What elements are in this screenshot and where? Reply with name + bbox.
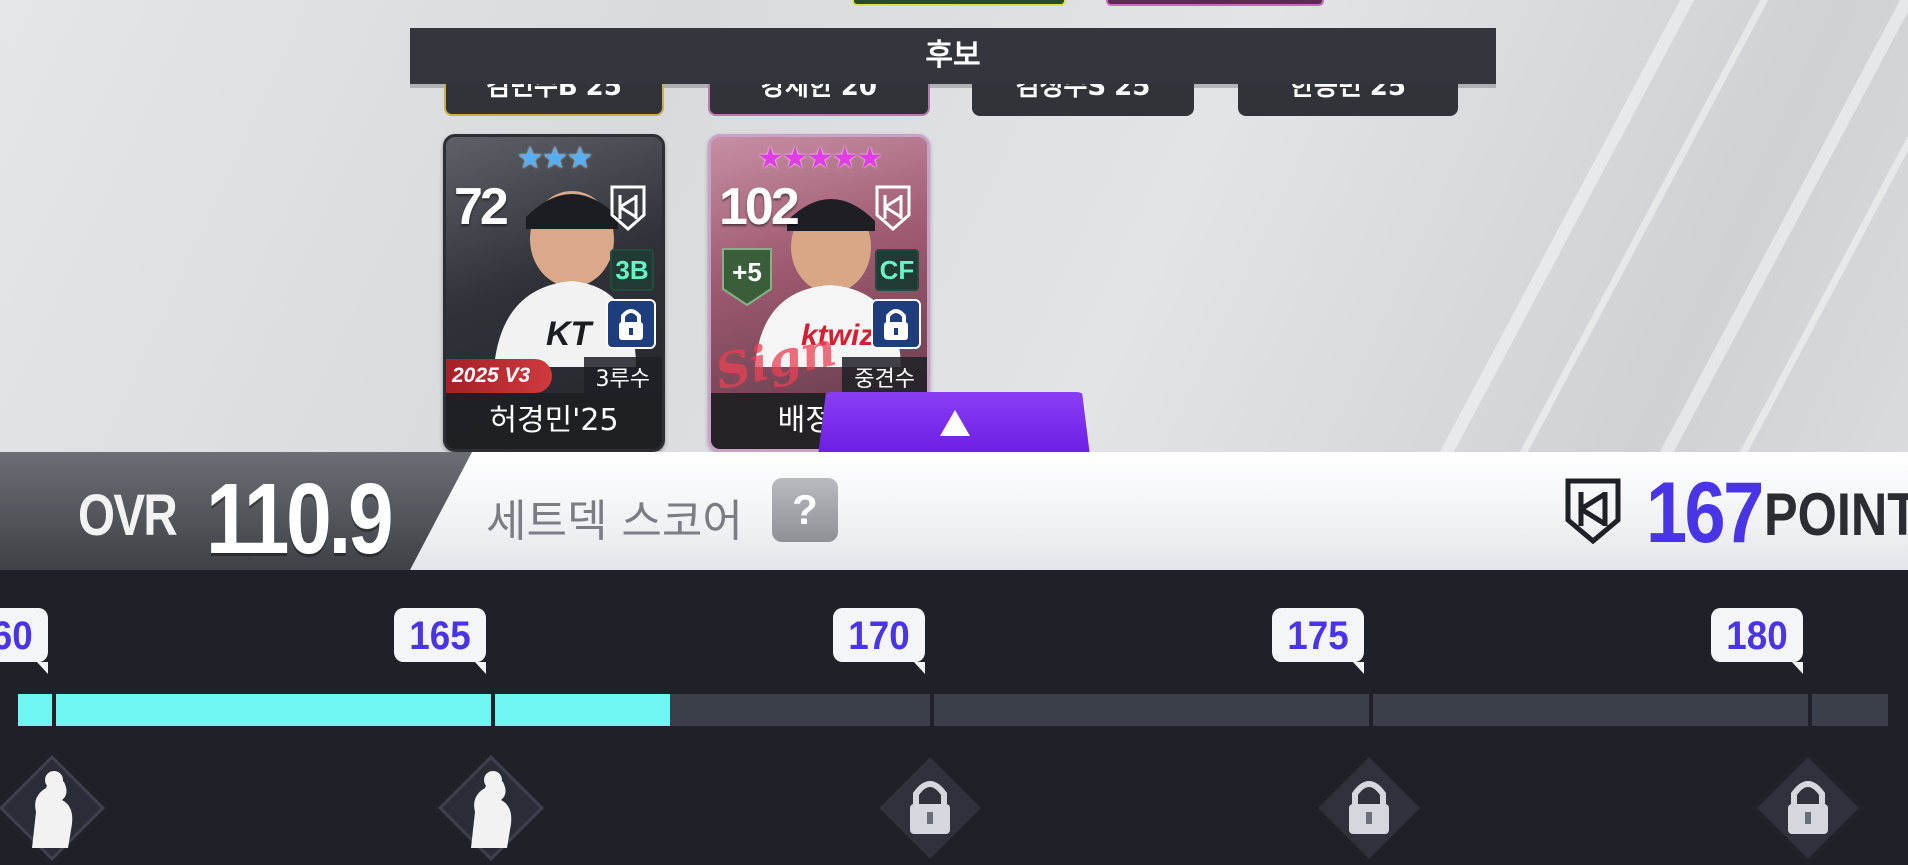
progress-bar-fill bbox=[18, 694, 670, 726]
milestone-tag: 165 bbox=[394, 608, 487, 674]
bench-section-header: 후보 bbox=[410, 28, 1496, 84]
signature-watermark: Sign bbox=[710, 320, 841, 402]
position-badge: CF bbox=[875, 249, 919, 291]
background-stripe bbox=[1659, 0, 1908, 452]
enhance-bonus-value: +5 bbox=[732, 257, 762, 287]
milestone-tag: 180 bbox=[1711, 608, 1803, 674]
player-name: 허경민'25 bbox=[446, 393, 662, 449]
progress-tick bbox=[1808, 694, 1812, 726]
milestone-tag: 160 bbox=[0, 608, 49, 674]
position-badge: 3B bbox=[610, 249, 654, 291]
milestone-tag: 175 bbox=[1272, 608, 1364, 674]
progress-tick bbox=[52, 694, 56, 726]
milestone-tag: 170 bbox=[833, 608, 925, 674]
team-logo-icon bbox=[610, 185, 646, 231]
locked-reward-icon[interactable] bbox=[1309, 748, 1429, 865]
card-ovr: 102 bbox=[719, 178, 800, 236]
expand-panel-button[interactable] bbox=[818, 392, 1090, 456]
locked-reward-icon[interactable] bbox=[870, 748, 990, 865]
ovr-value: 110.9 bbox=[206, 463, 394, 575]
point-label: POINT bbox=[1764, 481, 1908, 548]
pitcher-reward-icon[interactable] bbox=[431, 748, 551, 865]
player-card[interactable]: KT ★★★ 72 3B 2025 V3 3루수 허경민'25 bbox=[443, 134, 665, 452]
enhance-bonus-badge: +5 bbox=[721, 247, 773, 307]
team-logo-icon bbox=[1565, 478, 1621, 544]
background-stripe bbox=[1739, 0, 1908, 452]
team-logo-icon bbox=[875, 185, 911, 231]
progress-tick bbox=[1369, 694, 1373, 726]
point-value: 167 bbox=[1646, 465, 1764, 561]
season-badge: 2025 V3 bbox=[446, 359, 552, 393]
bench-card-stub[interactable]: 김민수B'25 bbox=[444, 84, 664, 116]
ovr-label: OVR bbox=[78, 483, 178, 548]
progress-tick bbox=[491, 694, 495, 726]
lock-icon[interactable] bbox=[606, 299, 656, 349]
lock-icon[interactable] bbox=[871, 299, 921, 349]
upper-card-stub[interactable] bbox=[852, 0, 1066, 6]
bench-card-stub[interactable]: 강세한'20 bbox=[708, 84, 930, 116]
help-button[interactable]: ? bbox=[772, 478, 838, 542]
rarity-stars: ★★★★★ bbox=[756, 142, 883, 175]
svg-text:KT: KT bbox=[546, 315, 595, 353]
pitcher-reward-icon[interactable] bbox=[0, 748, 112, 865]
upper-card-stub[interactable] bbox=[1106, 0, 1324, 6]
rarity-stars: ★★★ bbox=[516, 142, 594, 175]
bench-card-stub[interactable]: 한승민'25 bbox=[1238, 84, 1458, 116]
chevron-up-icon bbox=[940, 410, 970, 436]
card-ovr: 72 bbox=[454, 178, 509, 236]
position-name: 3루수 bbox=[583, 357, 662, 397]
bench-card-stub[interactable]: 김성수S'25 bbox=[972, 84, 1194, 116]
setdeck-score-label: 세트덱 스코어 bbox=[486, 496, 743, 547]
position-name: 중견수 bbox=[842, 357, 927, 397]
progress-tick bbox=[930, 694, 934, 726]
locked-reward-icon[interactable] bbox=[1748, 748, 1868, 865]
